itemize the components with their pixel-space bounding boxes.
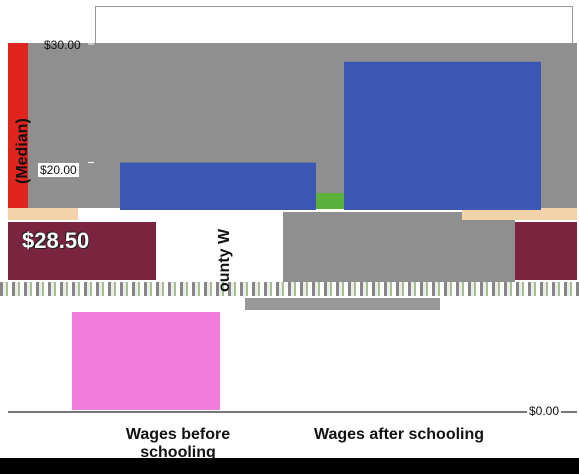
value-annotation: $28.50 [22,228,90,253]
side-label: ounty W [216,228,233,292]
category-label-after: Wages after schooling [313,426,485,443]
category-label-before: Wages before schooling [125,426,231,461]
y-tick-top: $30.00 [44,38,81,52]
bar-1 [344,61,541,211]
y-axis-label: (Median) [14,118,31,184]
bar-0 [120,162,316,210]
y-tick-mid: $20.00 [38,163,79,177]
y-tick-bottom: $0.00 [527,404,562,418]
